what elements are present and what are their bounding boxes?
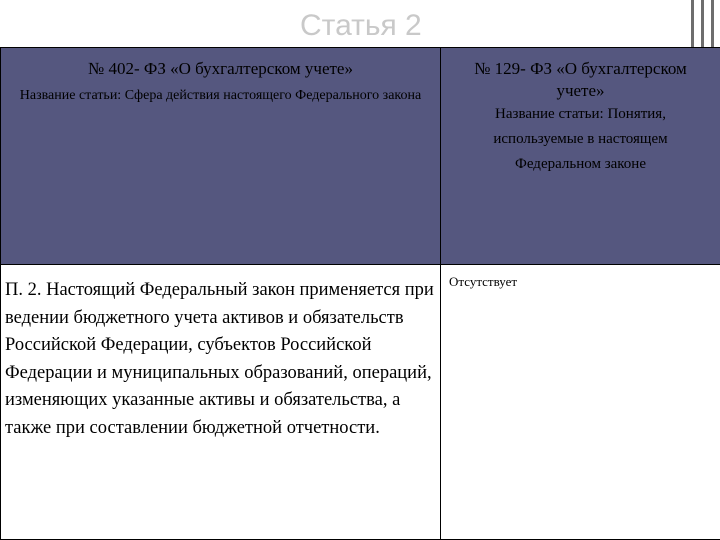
law-402-title: № 402- ФЗ «О бухгалтерском учете»	[88, 59, 353, 78]
accent-bar	[691, 0, 694, 50]
law-129-header-cell: № 129- ФЗ «О бухгалтерском учете» Назван…	[440, 47, 720, 265]
law-402-article: Название статьи: Сфера действия настояще…	[1, 80, 440, 112]
header-row: № 402- ФЗ «О бухгалтерском учете» Назван…	[0, 47, 720, 265]
article-label: Название статьи:	[19, 88, 122, 103]
corner-accent-bars	[680, 0, 720, 50]
body-row: П. 2. Настоящий Федеральный закон примен…	[0, 264, 720, 540]
accent-bar	[711, 0, 714, 50]
law-129-content-cell: Отсутствует	[440, 264, 720, 540]
law-402-content-cell: П. 2. Настоящий Федеральный закон примен…	[0, 264, 441, 540]
law-129-absent-text: Отсутствует	[449, 274, 518, 289]
law-402-paragraph: П. 2. Настоящий Федеральный закон примен…	[5, 280, 434, 438]
article-label: Название статьи:	[495, 106, 604, 122]
comparison-table: № 402- ФЗ «О бухгалтерском учете» Назван…	[0, 47, 720, 540]
law-129-article: Название статьи: Понятия, используемые в…	[441, 102, 720, 177]
law-402-header-cell: № 402- ФЗ «О бухгалтерском учете» Назван…	[0, 47, 441, 265]
slide-title: Статья 2	[300, 9, 422, 42]
law-129-title: № 129- ФЗ «О бухгалтерском учете»	[474, 59, 687, 100]
article-name: Сфера действия настоящего Федерального з…	[124, 88, 422, 103]
accent-bar	[701, 0, 704, 50]
